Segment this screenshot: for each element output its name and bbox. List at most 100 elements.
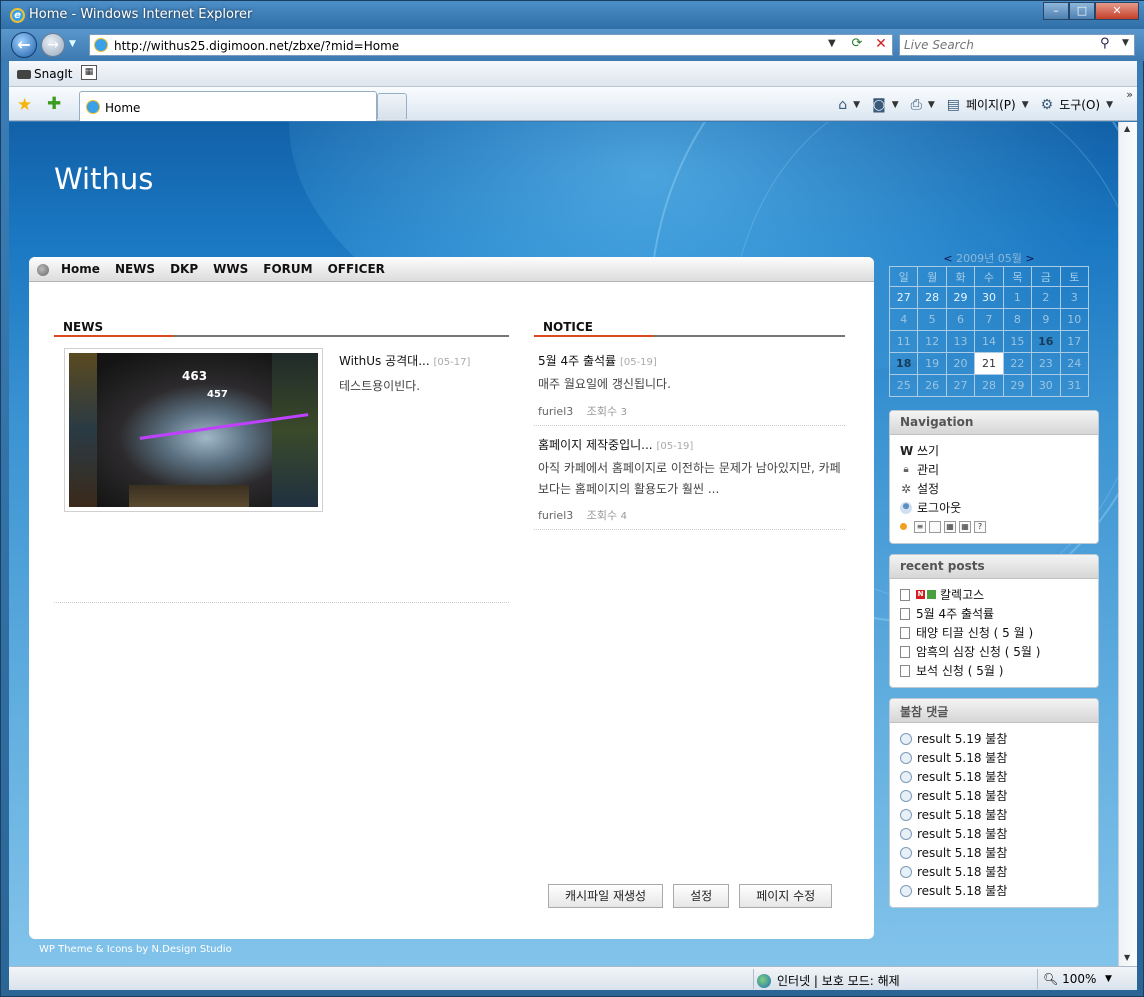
- recent-pages-dropdown-icon[interactable]: ▼: [69, 39, 76, 49]
- list-item[interactable]: result 5.18 불참: [900, 767, 1088, 786]
- forward-button[interactable]: →: [41, 33, 65, 57]
- tab-home[interactable]: Home: [79, 91, 377, 121]
- notice-item-1-summary[interactable]: 매주 월요일에 갱신됩니다.: [538, 374, 848, 395]
- zoom-dropdown-icon[interactable]: ▼: [1105, 974, 1112, 984]
- help-icon[interactable]: ?: [974, 520, 986, 533]
- nav-logout[interactable]: 로그아웃: [900, 498, 1088, 517]
- settings-button[interactable]: 설정: [673, 884, 730, 908]
- nav-admin-label[interactable]: 관리: [917, 461, 939, 478]
- site-title[interactable]: Withus: [54, 162, 153, 196]
- list-item[interactable]: result 5.18 불참: [900, 862, 1088, 881]
- recent-post-title[interactable]: 칼렉고스: [940, 586, 984, 603]
- edit-page-button[interactable]: 페이지 수정: [739, 884, 833, 908]
- comment-text[interactable]: result 5.18 불참: [917, 825, 1007, 842]
- list-item[interactable]: result 5.18 불참: [900, 786, 1088, 805]
- list-item[interactable]: N 칼렉고스: [900, 585, 1088, 604]
- notice-item-1-title-text[interactable]: 5월 4주 출석률: [538, 354, 616, 368]
- toolbar-chevron-icon[interactable]: »: [1126, 88, 1133, 101]
- new-tab-button[interactable]: [377, 93, 407, 119]
- stop-icon[interactable]: ✕: [872, 36, 890, 54]
- menu-item-dkp[interactable]: DKP: [170, 262, 198, 276]
- calendar-next-month[interactable]: >: [1025, 252, 1034, 265]
- feeds-icon[interactable]: ◙: [872, 97, 886, 113]
- page-menu[interactable]: 페이지(P): [966, 96, 1016, 113]
- scroll-up-icon[interactable]: ▲: [1124, 124, 1130, 133]
- page-dropdown-icon[interactable]: ▼: [1022, 100, 1029, 110]
- home-icon[interactable]: ⌂: [838, 97, 847, 113]
- recent-post-title[interactable]: 5월 4주 출석률: [916, 605, 994, 622]
- back-button[interactable]: ←: [11, 32, 37, 58]
- notice-item-2-author[interactable]: furiel3: [538, 509, 573, 522]
- recent-post-title[interactable]: 태양 티끌 신청 ( 5 월 ): [916, 624, 1033, 641]
- list-item[interactable]: result 5.18 불참: [900, 824, 1088, 843]
- calendar-day-with-post[interactable]: 16: [1031, 330, 1061, 353]
- list-item[interactable]: 태양 티끌 신청 ( 5 월 ): [900, 623, 1088, 642]
- nav-settings-label[interactable]: 설정: [917, 480, 939, 497]
- comment-text[interactable]: result 5.18 불참: [917, 844, 1007, 861]
- list-view-icon[interactable]: ≡: [914, 520, 926, 533]
- list-item[interactable]: result 5.19 불참: [900, 729, 1088, 748]
- tools-dropdown-icon[interactable]: ▼: [1106, 100, 1113, 110]
- blank-page-icon[interactable]: [929, 520, 941, 533]
- notice-item-2-title[interactable]: 홈페이지 제작중입니... [05-19]: [538, 436, 693, 453]
- notice-item-2-summary[interactable]: 아직 카페에서 홈페이지로 이전하는 문제가 남아있지만, 카페보다는 홈페이지…: [538, 458, 848, 500]
- comment-text[interactable]: result 5.18 불참: [917, 863, 1007, 880]
- address-url[interactable]: http://withus25.digimoon.net/zbxe/?mid=H…: [114, 39, 399, 53]
- comment-text[interactable]: result 5.18 불참: [917, 787, 1007, 804]
- nav-logout-label[interactable]: 로그아웃: [917, 499, 961, 516]
- print-icon[interactable]: ⎙: [911, 97, 922, 113]
- list-item[interactable]: result 5.18 불참: [900, 881, 1088, 900]
- menu-item-news[interactable]: NEWS: [115, 262, 155, 276]
- list-item[interactable]: 5월 4주 출석률: [900, 604, 1088, 623]
- refresh-icon[interactable]: ⟳: [846, 36, 868, 54]
- news-item-summary[interactable]: 테스트용이빈다.: [339, 377, 420, 394]
- menu-item-home[interactable]: Home: [61, 262, 100, 276]
- security-zone[interactable]: 인터넷 | 보호 모드: 해제: [757, 972, 900, 989]
- nav-write[interactable]: W 쓰기: [900, 441, 1088, 460]
- comment-text[interactable]: result 5.18 불참: [917, 749, 1007, 766]
- search-options-dropdown-icon[interactable]: ▼: [1122, 38, 1129, 48]
- snagit-button[interactable]: SnagIt: [17, 67, 72, 81]
- address-bar[interactable]: http://withus25.digimoon.net/zbxe/?mid=H…: [89, 34, 893, 56]
- search-input[interactable]: [904, 38, 1094, 52]
- search-box[interactable]: ⚲ ▼: [899, 34, 1135, 56]
- news-thumbnail[interactable]: 463 457: [64, 348, 323, 512]
- recent-post-title[interactable]: 암흑의 심장 신청 ( 5월 ): [916, 643, 1040, 660]
- search-icon[interactable]: ⚲: [1100, 36, 1110, 51]
- recent-post-title[interactable]: 보석 신청 ( 5월 ): [916, 662, 1003, 679]
- regenerate-cache-button[interactable]: 캐시파일 재생성: [548, 884, 664, 908]
- calendar-day-with-post[interactable]: 18: [888, 352, 919, 375]
- add-favorite-icon[interactable]: ✚: [47, 94, 61, 114]
- list-item[interactable]: 보석 신청 ( 5월 ): [900, 661, 1088, 680]
- tools-menu[interactable]: 도구(O): [1059, 96, 1100, 113]
- comment-text[interactable]: result 5.18 불참: [917, 768, 1007, 785]
- close-button[interactable]: ✕: [1095, 2, 1139, 20]
- nav-settings[interactable]: ✲ 설정: [900, 479, 1088, 498]
- notice-item-2-title-text[interactable]: 홈페이지 제작중입니...: [538, 438, 653, 452]
- nav-admin[interactable]: 🔒︎ 관리: [900, 460, 1088, 479]
- news-item-title[interactable]: WithUs 공격대... [05-17]: [339, 352, 470, 369]
- list-item[interactable]: result 5.18 불참: [900, 843, 1088, 862]
- grid-view-icon[interactable]: ▦: [944, 520, 956, 533]
- print-dropdown-icon[interactable]: ▼: [928, 100, 935, 110]
- calendar-prev-month[interactable]: <: [943, 252, 952, 265]
- address-dropdown-icon[interactable]: ▼: [828, 38, 836, 49]
- comment-text[interactable]: result 5.19 불참: [917, 730, 1007, 747]
- zoom-level[interactable]: 🔍︎ 100%: [1043, 972, 1096, 986]
- comment-text[interactable]: result 5.18 불참: [917, 882, 1007, 899]
- maximize-button[interactable]: □: [1069, 2, 1095, 20]
- feeds-dropdown-icon[interactable]: ▼: [892, 100, 899, 110]
- menu-item-forum[interactable]: FORUM: [263, 262, 312, 276]
- vertical-scrollbar[interactable]: ▲ ▼: [1118, 122, 1137, 966]
- menu-item-officer[interactable]: OFFICER: [328, 262, 385, 276]
- list-item[interactable]: result 5.18 불참: [900, 748, 1088, 767]
- home-dropdown-icon[interactable]: ▼: [853, 100, 860, 110]
- snagit-options-icon[interactable]: ▦: [81, 65, 97, 80]
- calendar-today[interactable]: 21: [974, 352, 1004, 375]
- scroll-down-icon[interactable]: ▼: [1124, 953, 1130, 962]
- news-item-title-text[interactable]: WithUs 공격대...: [339, 354, 430, 368]
- notice-item-1-title[interactable]: 5월 4주 출석률 [05-19]: [538, 352, 657, 369]
- comment-text[interactable]: result 5.18 불참: [917, 806, 1007, 823]
- menu-item-wws[interactable]: WWS: [213, 262, 248, 276]
- nav-write-label[interactable]: 쓰기: [917, 442, 939, 459]
